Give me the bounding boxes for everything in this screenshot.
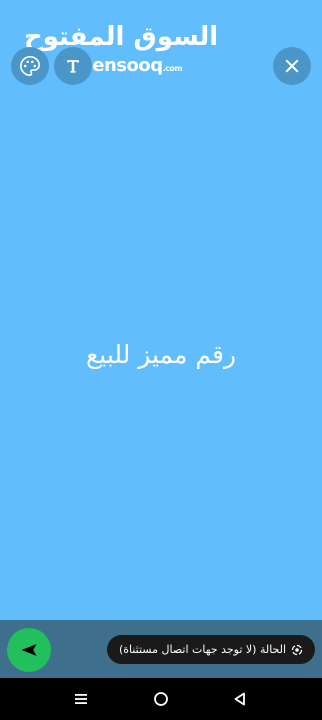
back-icon (234, 692, 245, 706)
text-style-button[interactable] (54, 47, 92, 85)
status-privacy-button[interactable]: الحالة (لا توجد جهات اتصال مستثناة) (107, 635, 315, 664)
privacy-icon (291, 644, 303, 656)
home-icon (154, 692, 168, 706)
close-icon (285, 59, 299, 73)
close-button[interactable] (273, 47, 311, 85)
text-style-icon (67, 60, 79, 73)
home-button[interactable] (141, 678, 181, 720)
send-button[interactable] (7, 628, 51, 672)
status-text[interactable]: رقم مميز للبيع (0, 340, 322, 369)
palette-icon (20, 56, 40, 76)
status-canvas[interactable] (0, 0, 322, 620)
send-icon (21, 644, 37, 656)
back-button[interactable] (220, 678, 260, 720)
system-nav-bar (0, 678, 322, 720)
recent-apps-button[interactable] (61, 678, 101, 720)
color-palette-button[interactable] (11, 47, 49, 85)
status-privacy-label: الحالة (لا توجد جهات اتصال مستثناة) (118, 643, 287, 656)
recent-apps-icon (75, 694, 87, 704)
